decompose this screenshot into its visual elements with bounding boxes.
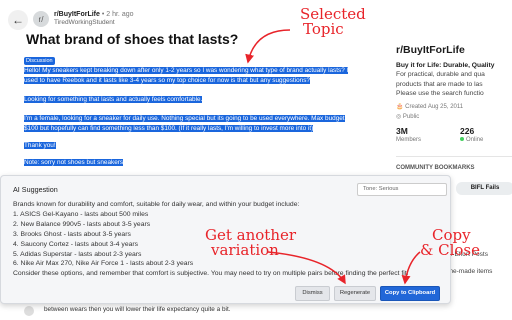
- subreddit-avatar[interactable]: r/: [33, 11, 49, 27]
- sidebar-divider: [396, 156, 512, 157]
- post-paragraph: I'm a female, looking for a sneaker for …: [24, 115, 345, 122]
- suggestion-line: Brands known for durability and comfort,…: [13, 201, 300, 208]
- suggestion-line: 1. ASICS Gel-Kayano - lasts about 500 mi…: [13, 210, 149, 218]
- panel-title: AI Suggestion: [13, 185, 58, 194]
- members-count: 3M: [396, 126, 408, 136]
- sidebar-desc-line: products that are made to las: [396, 80, 483, 88]
- sidebar-rule-item[interactable]: ome-made items: [444, 268, 492, 275]
- regenerate-button[interactable]: Regenerate: [334, 286, 376, 301]
- globe-icon: ◎: [396, 114, 402, 120]
- visibility: ◎ Public: [396, 113, 419, 120]
- back-button[interactable]: ←: [8, 10, 28, 30]
- annotation-selected: Selected Topic: [300, 7, 366, 37]
- annotation-line: & Close: [420, 241, 480, 259]
- arrow-selected-topic: [245, 29, 291, 64]
- post-title: What brand of shoes that lasts?: [26, 31, 239, 47]
- sidebar-title: r/BuyItForLife: [396, 44, 465, 56]
- visibility-text: Public: [402, 114, 420, 120]
- sidebar-description: Buy it for Life: Durable, Quality For pr…: [396, 61, 512, 98]
- copy-to-clipboard-button[interactable]: Copy to Clipboard: [380, 286, 440, 301]
- annotation-copy: Copy & Close: [420, 228, 480, 258]
- sidebar-desc-line: Please use the search functio: [396, 89, 484, 97]
- dismiss-button[interactable]: Dismiss: [295, 286, 330, 301]
- annotation-line: variation: [211, 241, 279, 259]
- post-author[interactable]: TiredWorkingStudent: [54, 19, 115, 26]
- post-flair[interactable]: Discussion: [24, 57, 55, 65]
- post-paragraph: Note: sorry not shoes but sneakers: [24, 159, 124, 166]
- online-dot-icon: [460, 137, 464, 142]
- suggestion-line: 6. Nike Air Max 270, Nike Air Force 1 - …: [13, 260, 194, 268]
- cake-icon: 🎂: [396, 104, 404, 110]
- bookmarks-heading: COMMUNITY BOOKMARKS: [396, 165, 475, 171]
- members-label: Members: [396, 137, 422, 143]
- online-label-wrap: Online: [460, 137, 483, 143]
- created-text: Created Aug 25, 2011: [405, 104, 464, 110]
- post-meta: r/BuyItForLife • 2 hr. ago: [54, 11, 134, 18]
- annotation-variation: Get another variation: [205, 228, 296, 258]
- comment-avatar: [24, 306, 34, 316]
- post-paragraph: used to have Reebok and it lasts like 3-…: [24, 77, 310, 84]
- online-label: Online: [466, 137, 484, 143]
- sidebar-desc-line: For practical, durable and qua: [396, 71, 485, 79]
- comment-text: between wears then you will lower their …: [44, 306, 231, 313]
- post-paragraph: Thank you!: [24, 142, 56, 149]
- post-paragraph: Hello! My sneakers kept breaking down af…: [24, 67, 349, 74]
- post-age: 2 hr. ago: [106, 11, 134, 18]
- annotation-line: Topic: [303, 20, 344, 38]
- subreddit-link[interactable]: r/BuyItForLife: [54, 11, 100, 18]
- tone-select[interactable]: Tone: Serious: [357, 183, 447, 196]
- created-date: 🎂 Created Aug 25, 2011: [396, 103, 463, 110]
- online-count: 226: [460, 126, 475, 136]
- sidebar-tagline: Buy it for Life: Durable, Quality: [396, 62, 495, 69]
- post-paragraph: Looking for something that lasts and act…: [24, 96, 203, 103]
- suggestion-line: Consider these options, and remember tha…: [13, 270, 409, 278]
- bookmark-bifl-fails[interactable]: BIFL Fails: [456, 182, 512, 195]
- post-paragraph: $100 but hopefully can find something le…: [24, 125, 314, 132]
- arrow-left-icon: ←: [12, 13, 24, 27]
